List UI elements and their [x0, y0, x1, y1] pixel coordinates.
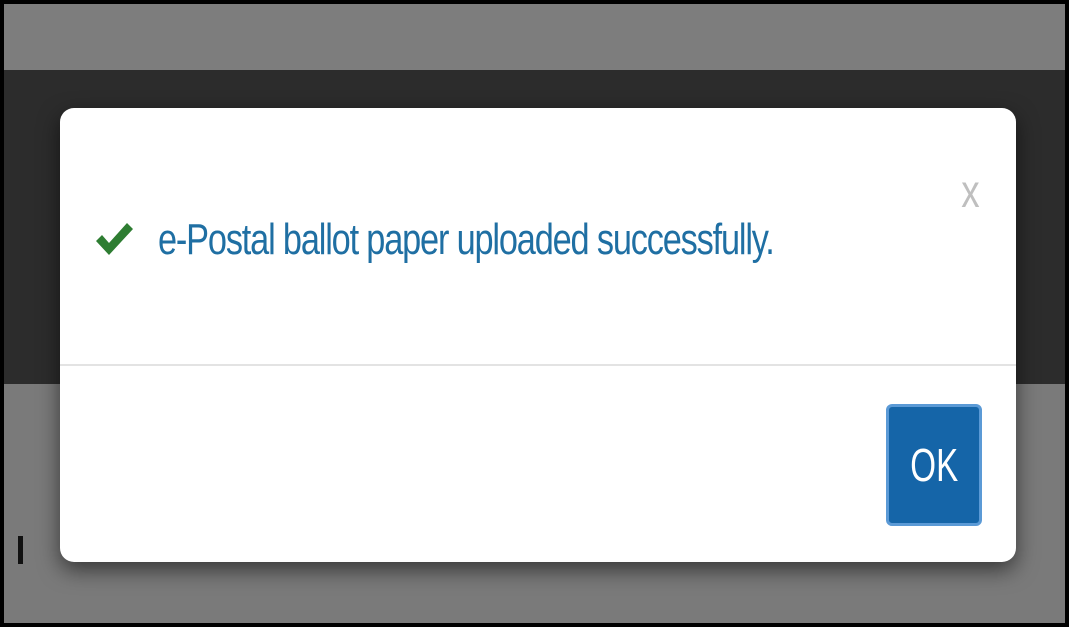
backdrop-header-band [4, 4, 1065, 70]
dialog-footer: OK [60, 366, 1016, 562]
ok-button-label: OK [910, 439, 958, 491]
success-message: e-Postal ballot paper uploaded successfu… [158, 215, 775, 264]
dialog-body: e-Postal ballot paper uploaded successfu… [60, 108, 1016, 364]
background-text-fragment [18, 536, 23, 564]
screen-frame: e-Postal ballot paper uploaded successfu… [0, 0, 1069, 627]
ok-button[interactable]: OK [886, 404, 982, 526]
success-dialog: e-Postal ballot paper uploaded successfu… [60, 108, 1016, 562]
check-icon [96, 223, 133, 255]
close-icon[interactable]: x [961, 168, 979, 214]
